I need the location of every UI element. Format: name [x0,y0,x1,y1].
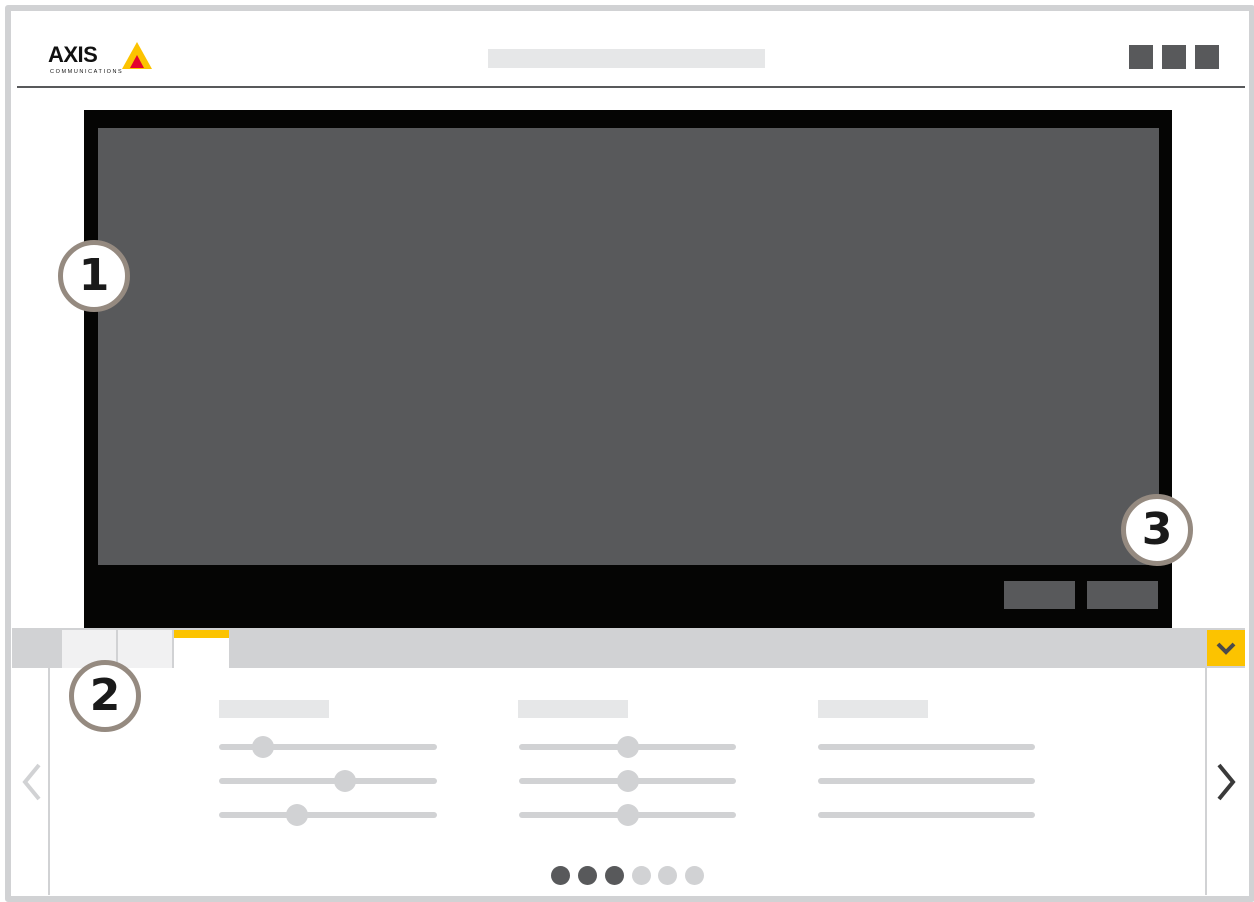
setting-group-1-title [219,700,329,718]
callout-2: 2 [69,660,141,732]
panel-left-border [48,668,50,895]
header-button-2[interactable] [1162,45,1186,69]
slider-2-2-knob[interactable] [616,770,639,792]
slider-2-1-knob[interactable] [616,736,639,758]
header-button-1[interactable] [1129,45,1153,69]
callout-1: 1 [58,240,130,312]
previous-page-button[interactable] [20,762,44,802]
video-stream[interactable] [98,128,1159,565]
page-dot-3[interactable] [605,866,624,885]
page-dot-5[interactable] [658,866,677,885]
slider-1-2-track[interactable] [219,778,437,784]
page-dot-6[interactable] [685,866,704,885]
page-dot-1[interactable] [551,866,570,885]
video-control-button-1[interactable] [1004,581,1075,609]
setting-3-2-line [818,778,1035,784]
next-page-button[interactable] [1214,762,1238,802]
chevron-down-icon [1216,642,1236,655]
panel-right-border [1205,668,1207,895]
logo-wordmark: AXIS [48,42,98,67]
slider-1-3-track[interactable] [219,812,437,818]
tab-2[interactable] [118,630,172,668]
header-divider [17,86,1245,88]
page-title-placeholder [488,49,765,68]
setting-group-3-title [818,700,928,718]
collapse-panel-button[interactable] [1207,630,1245,666]
setting-group-2-title [518,700,628,718]
callout-3: 3 [1121,494,1193,566]
axis-logo: AXIS COMMUNICATIONS [48,42,158,82]
logo-subtitle: COMMUNICATIONS [50,69,124,75]
page-dot-2[interactable] [578,866,597,885]
slider-1-1-knob[interactable] [251,736,274,758]
active-tab-indicator [174,630,229,638]
video-control-button-2[interactable] [1087,581,1158,609]
logo-triangle-red-icon [130,55,144,68]
page-dot-4[interactable] [632,866,651,885]
chevron-left-icon [22,763,41,801]
chevron-right-icon [1217,763,1236,801]
slider-2-3-knob[interactable] [616,804,639,826]
setting-3-3-line [818,812,1035,818]
header-button-3[interactable] [1195,45,1219,69]
setting-3-1-line [818,744,1035,750]
